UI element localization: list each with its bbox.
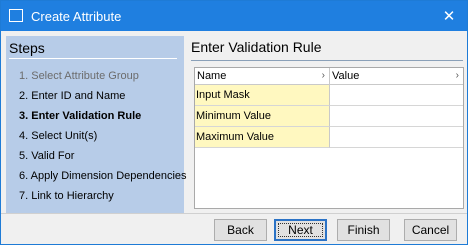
minimum-value-value[interactable] — [330, 106, 463, 127]
table-row: Minimum Value — [195, 106, 463, 127]
chevron-right-icon: › — [455, 70, 459, 81]
column-header-value-label: Value — [332, 70, 360, 82]
chevron-right-icon: › — [321, 70, 325, 81]
step-select-attribute-group: 1. Select Attribute Group — [19, 70, 139, 82]
title-bar: Create Attribute ✕ — [1, 1, 467, 31]
validation-rule-grid: Name › Value › Input Mask Minimum Value … — [194, 67, 464, 209]
window-icon — [9, 9, 23, 22]
maximum-value-value[interactable] — [330, 127, 463, 148]
window-title: Create Attribute — [31, 9, 122, 24]
grid-header: Name › Value › — [195, 68, 463, 85]
footer-divider — [1, 213, 467, 214]
table-row: Input Mask — [195, 85, 463, 106]
column-header-name[interactable]: Name › — [195, 68, 330, 84]
step-enter-validation-rule[interactable]: 3. Enter Validation Rule — [19, 110, 141, 123]
step-select-units[interactable]: 4. Select Unit(s) — [19, 130, 97, 143]
input-mask-label: Input Mask — [195, 85, 330, 106]
input-mask-value[interactable] — [330, 85, 463, 106]
steps-panel: Steps 1. Select Attribute Group 2. Enter… — [6, 36, 187, 213]
table-row: Maximum Value — [195, 127, 463, 148]
step-enter-id-and-name[interactable]: 2. Enter ID and Name — [19, 90, 125, 103]
focus-rectangle — [278, 223, 323, 237]
next-button[interactable]: Next — [274, 219, 327, 241]
finish-button[interactable]: Finish — [337, 219, 390, 241]
close-icon[interactable]: ✕ — [431, 1, 467, 31]
step-link-to-hierarchy[interactable]: 7. Link to Hierarchy — [19, 190, 114, 203]
step-apply-dimension-dependencies[interactable]: 6. Apply Dimension Dependencies — [19, 170, 187, 183]
steps-divider — [9, 58, 177, 59]
column-header-value[interactable]: Value › — [330, 68, 463, 84]
steps-title: Steps — [9, 40, 45, 56]
cancel-button[interactable]: Cancel — [404, 219, 457, 241]
page-title: Enter Validation Rule — [191, 39, 322, 55]
back-button[interactable]: Back — [214, 219, 267, 241]
heading-divider — [191, 60, 463, 61]
step-valid-for[interactable]: 5. Valid For — [19, 150, 74, 163]
minimum-value-label: Minimum Value — [195, 106, 330, 127]
create-attribute-dialog: Create Attribute ✕ Steps 1. Select Attri… — [0, 0, 468, 245]
maximum-value-label: Maximum Value — [195, 127, 330, 148]
column-header-name-label: Name — [197, 70, 227, 82]
